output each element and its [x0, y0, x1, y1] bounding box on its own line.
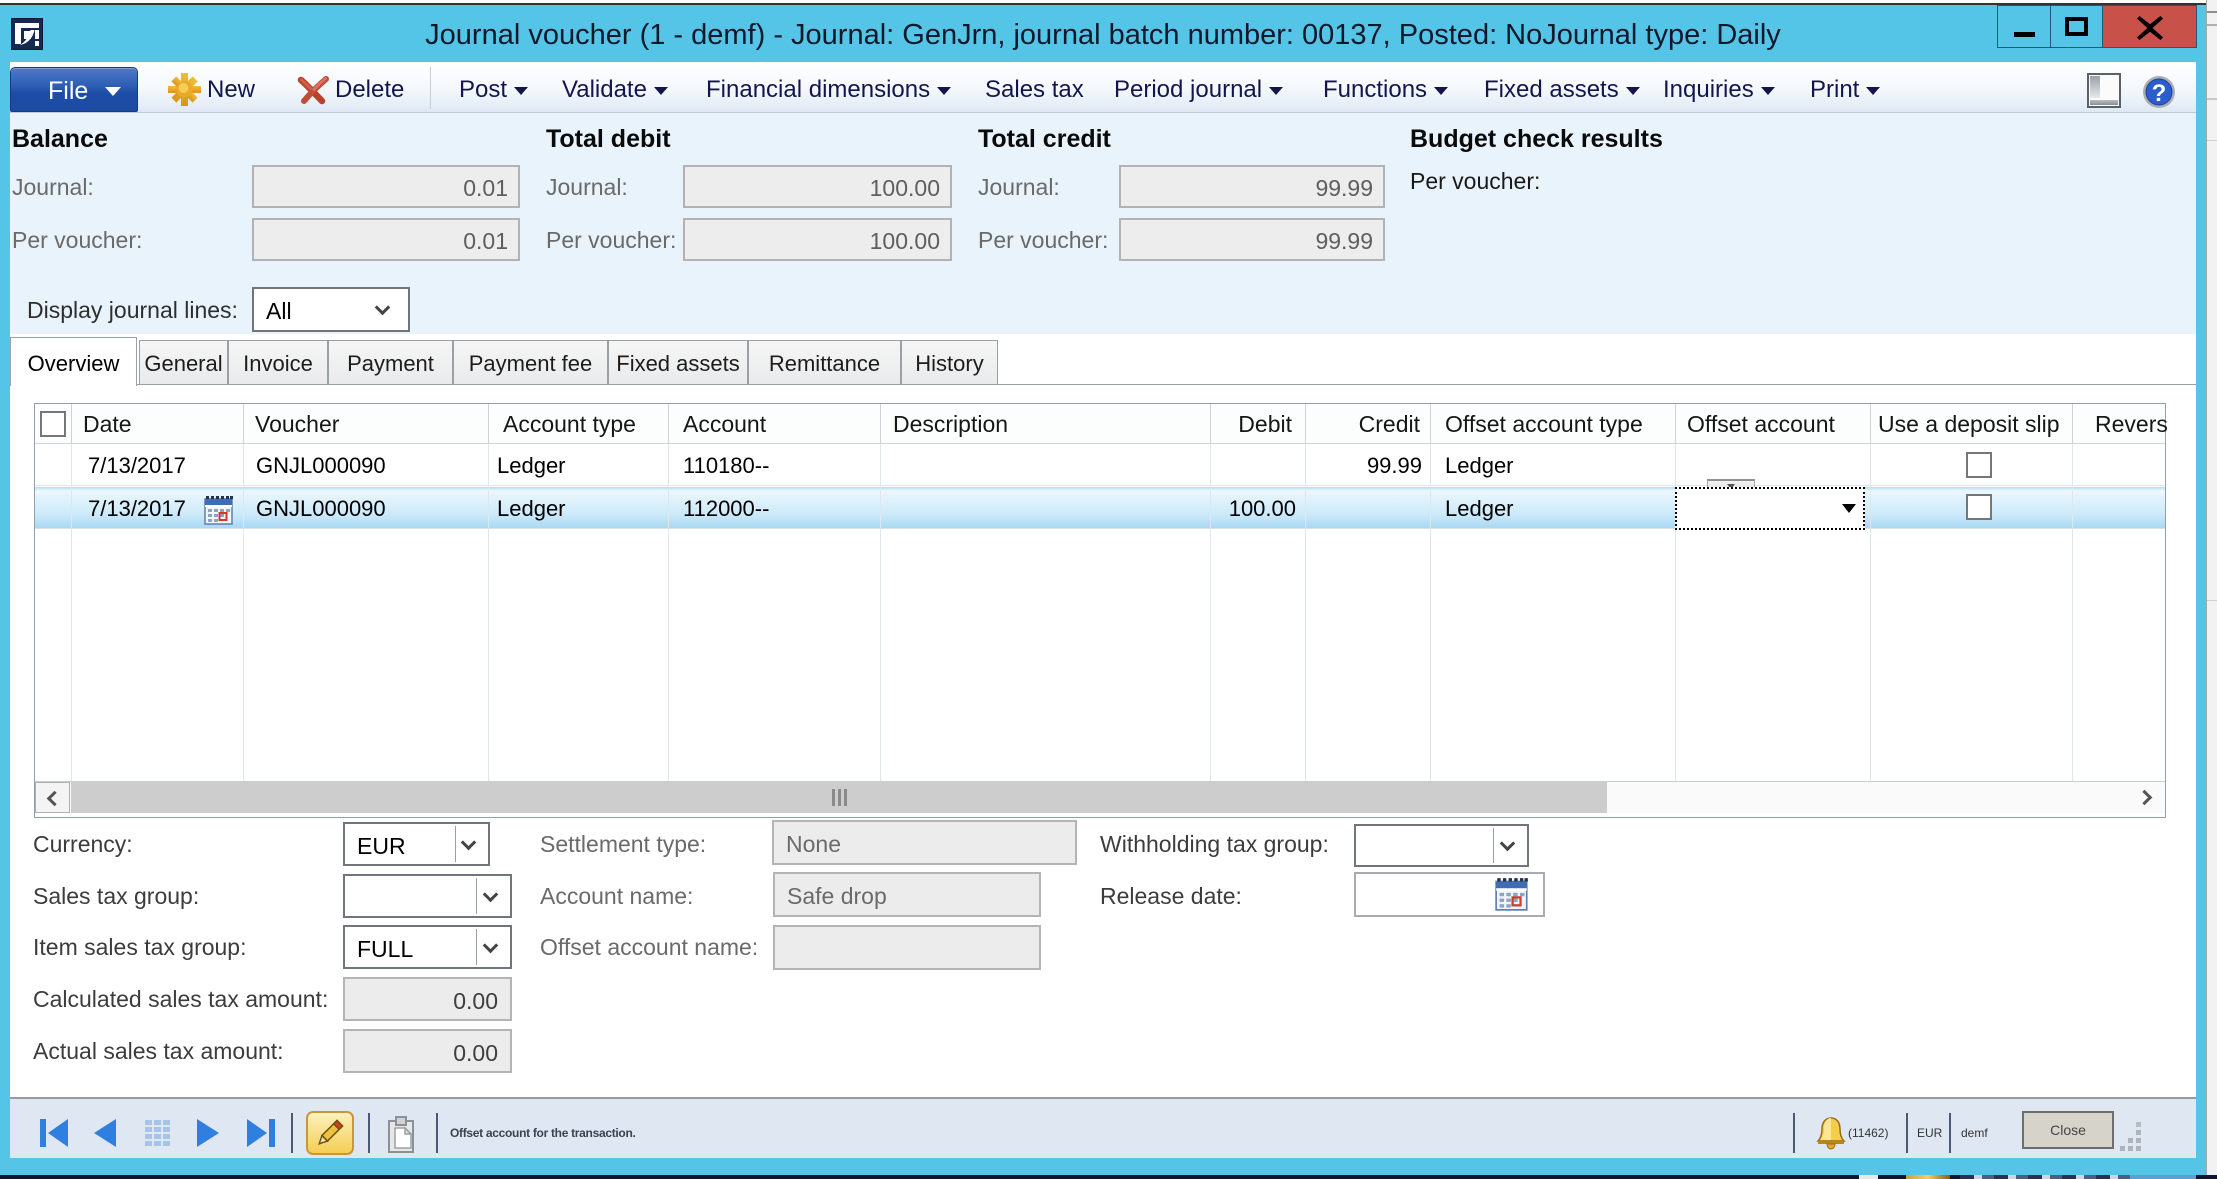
svg-text:?: ?	[2152, 80, 2167, 107]
